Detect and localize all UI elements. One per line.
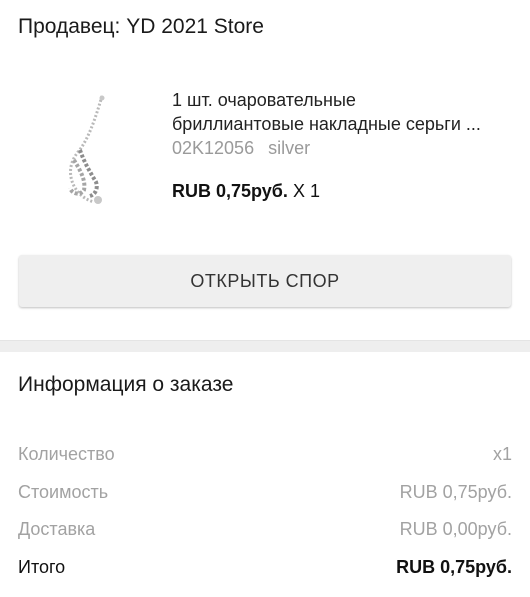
summary-row-total: Итого RUB 0,75руб. — [18, 557, 512, 595]
summary-row-cost: Стоимость RUB 0,75руб. — [18, 482, 512, 520]
price-value: RUB 0,75руб. — [172, 181, 288, 201]
product-sku: 02K12056 silver — [172, 138, 310, 159]
summary-value: x1 — [492, 444, 512, 464]
order-info-title: Информация о заказе — [18, 373, 234, 396]
section-divider — [0, 340, 530, 352]
earring-icon[interactable] — [40, 90, 130, 208]
summary-label: Итого — [18, 556, 66, 577]
summary-label: Стоимость — [18, 481, 109, 502]
product-title-line2: бриллиантовые накладные серьги ... — [172, 114, 481, 134]
summary-row-shipping: Доставка RUB 0,00руб. — [18, 519, 512, 557]
summary-value: RUB 0,00руб. — [399, 519, 512, 539]
quantity-value: X 1 — [292, 181, 320, 201]
seller-name[interactable]: Продавец: YD 2021 Store — [18, 15, 264, 39]
summary-label: Количество — [18, 444, 115, 464]
product-title-line1: 1 шт. очаровательные — [172, 90, 356, 110]
sku-variant: silver — [268, 138, 311, 158]
order-summary: Количество x1 Стоимость RUB 0,75руб. Дос… — [18, 444, 512, 594]
product-title[interactable]: 1 шт. очаровательные бриллиантовые накла… — [172, 88, 517, 136]
product-price: RUB 0,75руб. X 1 — [172, 181, 320, 202]
summary-value: RUB 0,75руб. — [396, 556, 512, 577]
summary-label: Доставка — [18, 519, 96, 539]
product-item[interactable]: 1 шт. очаровательные бриллиантовые накла… — [0, 80, 530, 220]
summary-row-quantity: Количество x1 — [18, 444, 512, 482]
sku-code: 02K12056 — [172, 138, 255, 158]
summary-value: RUB 0,75руб. — [399, 481, 512, 502]
open-dispute-button[interactable]: ОТКРЫТЬ СПОР — [19, 255, 511, 307]
